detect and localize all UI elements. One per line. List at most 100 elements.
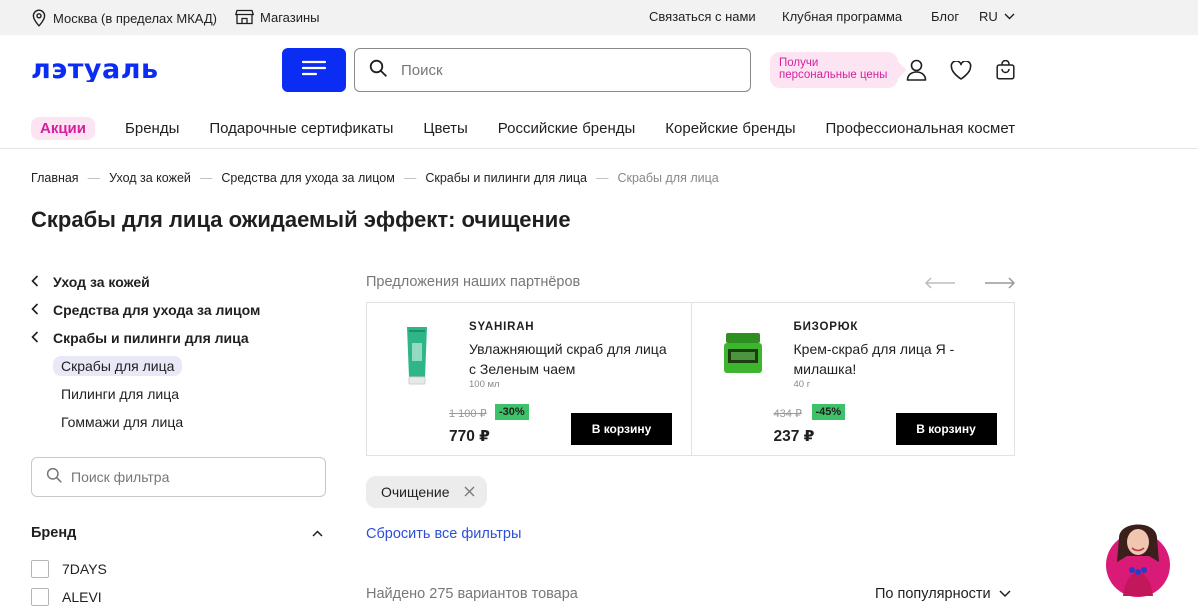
chevron-up-icon bbox=[312, 525, 323, 541]
nav-tab-russian-brands[interactable]: Российские бренды bbox=[498, 120, 636, 137]
partners-title: Предложения наших партнёров bbox=[366, 274, 581, 290]
arrow-left-icon[interactable] bbox=[924, 276, 956, 294]
chevron-down-icon bbox=[999, 586, 1011, 602]
heart-icon[interactable] bbox=[950, 60, 972, 85]
breadcrumb-separator: — bbox=[403, 171, 417, 185]
reset-filters-link[interactable]: Сбросить все фильтры bbox=[366, 526, 521, 542]
page-title: Скрабы для лица ожидаемый эффект: очищен… bbox=[31, 207, 571, 232]
category-back-face-care[interactable]: Средства для ухода за лицом bbox=[31, 302, 260, 318]
main-nav: Акции Бренды Подарочные сертификаты Цвет… bbox=[31, 116, 1016, 140]
brand-label: 7DAYS bbox=[62, 561, 107, 577]
product-card[interactable]: SYAHIRAH Увлажняющий скраб для лица с Зе… bbox=[367, 303, 691, 455]
category-back-scrubs-peelings[interactable]: Скрабы и пилинги для лица bbox=[31, 330, 249, 346]
filter-search-input[interactable] bbox=[71, 469, 311, 485]
current-price: 770 ₽ bbox=[449, 428, 490, 445]
chevron-left-icon bbox=[31, 274, 39, 290]
breadcrumb-separator: — bbox=[595, 171, 609, 185]
chevron-down-icon bbox=[1004, 13, 1015, 20]
chevron-left-icon bbox=[31, 302, 39, 318]
partner-products: SYAHIRAH Увлажняющий скраб для лица с Зе… bbox=[366, 302, 1015, 456]
active-filter-chip[interactable]: Очищение bbox=[366, 476, 487, 508]
nav-divider bbox=[0, 148, 1198, 149]
category-label: Скрабы и пилинги для лица bbox=[53, 330, 249, 346]
search-icon[interactable] bbox=[369, 59, 387, 82]
hamburger-icon bbox=[301, 60, 327, 81]
promo-line-2: персональные цены bbox=[779, 69, 888, 81]
close-icon[interactable] bbox=[464, 484, 475, 500]
language-label: RU bbox=[979, 9, 998, 24]
old-price: 1 100 ₽ bbox=[449, 408, 487, 420]
category-back-skin-care[interactable]: Уход за кожей bbox=[31, 274, 150, 290]
store-icon bbox=[235, 9, 254, 25]
search-bar bbox=[354, 48, 751, 92]
category-face-gommages[interactable]: Гоммажи для лица bbox=[61, 414, 183, 430]
breadcrumb-item[interactable]: Средства для ухода за лицом bbox=[221, 171, 394, 185]
add-to-cart-button[interactable]: В корзину bbox=[895, 413, 997, 445]
brand-label: ALEVI bbox=[62, 589, 102, 605]
current-price: 237 ₽ bbox=[773, 428, 815, 445]
product-image-jar[interactable] bbox=[714, 325, 772, 385]
category-face-peelings[interactable]: Пилинги для лица bbox=[61, 386, 179, 402]
promo-line-1: Получи bbox=[779, 57, 819, 69]
breadcrumb-separator: — bbox=[199, 171, 213, 185]
breadcrumb-separator: — bbox=[87, 171, 101, 185]
category-active-face-scrubs[interactable]: Скрабы для лица bbox=[53, 356, 183, 376]
breadcrumb: Главная — Уход за кожей — Средства для у… bbox=[31, 171, 719, 185]
nav-tab-brands[interactable]: Бренды bbox=[125, 120, 179, 137]
breadcrumb-current: Скрабы для лица bbox=[617, 171, 719, 185]
letual-logo[interactable]: лэтуаль bbox=[31, 54, 203, 87]
logo-text: лэтуаль bbox=[31, 58, 159, 82]
cart-icon[interactable] bbox=[996, 59, 1015, 85]
personal-prices-promo[interactable]: Получи персональные цены bbox=[770, 52, 898, 88]
club-program-link[interactable]: Клубная программа bbox=[782, 9, 902, 24]
breadcrumb-item[interactable]: Главная bbox=[31, 171, 79, 185]
contact-link[interactable]: Связаться с нами bbox=[649, 9, 756, 24]
nav-tab-korean-brands[interactable]: Корейские бренды bbox=[665, 120, 795, 137]
nav-tab-promo[interactable]: Акции bbox=[31, 116, 96, 140]
checkbox[interactable] bbox=[31, 560, 49, 578]
results-count: Найдено 275 вариантов товара bbox=[366, 586, 578, 602]
user-icon[interactable] bbox=[906, 59, 927, 86]
product-name[interactable]: Крем-скраб для лица Я - милашка! bbox=[794, 339, 994, 379]
blog-link[interactable]: Блог bbox=[931, 9, 959, 24]
chevron-left-icon bbox=[31, 330, 39, 346]
location-label: Москва (в пределах МКАД) bbox=[53, 10, 218, 26]
nav-tab-professional[interactable]: Профессиональная косметика bbox=[826, 120, 1017, 137]
checkbox[interactable] bbox=[31, 588, 49, 606]
brand-filter-header[interactable]: Бренд bbox=[31, 525, 323, 541]
stores-label: Магазины bbox=[260, 9, 320, 25]
catalog-menu-button[interactable] bbox=[282, 48, 346, 92]
category-label: Средства для ухода за лицом bbox=[53, 302, 261, 318]
location-pin-icon bbox=[31, 9, 47, 27]
product-brand: БИЗОРЮК bbox=[793, 321, 859, 333]
brand-filter-title: Бренд bbox=[31, 525, 77, 541]
product-volume: 40 г bbox=[793, 379, 811, 390]
arrow-right-icon[interactable] bbox=[984, 276, 1016, 294]
main-nav-wrapper: Акции Бренды Подарочные сертификаты Цвет… bbox=[0, 105, 1016, 151]
stores-link[interactable]: Магазины bbox=[235, 9, 320, 25]
product-card[interactable]: БИЗОРЮК Крем-скраб для лица Я - милашка!… bbox=[690, 303, 1015, 455]
nav-tab-gift-cards[interactable]: Подарочные сертификаты bbox=[209, 120, 393, 137]
language-selector[interactable]: RU bbox=[979, 9, 1015, 24]
product-image-tube[interactable] bbox=[389, 325, 447, 385]
filter-chip-label: Очищение bbox=[381, 484, 450, 500]
brand-checkbox-alevi[interactable]: ALEVI bbox=[31, 588, 102, 606]
location-selector[interactable]: Москва (в пределах МКАД) bbox=[31, 9, 217, 27]
discount-badge: -45% bbox=[811, 404, 846, 420]
filter-search-box bbox=[31, 457, 326, 497]
top-bar: Москва (в пределах МКАД) Магазины Связат… bbox=[0, 0, 1198, 35]
brand-checkbox-7days[interactable]: 7DAYS bbox=[31, 560, 107, 578]
assistant-avatar[interactable] bbox=[1105, 508, 1171, 598]
search-input[interactable] bbox=[401, 61, 721, 79]
sort-dropdown[interactable]: По популярности bbox=[875, 586, 1011, 602]
sort-label: По популярности bbox=[875, 586, 991, 602]
breadcrumb-item[interactable]: Скрабы и пилинги для лица bbox=[425, 171, 587, 185]
nav-tab-flowers[interactable]: Цветы bbox=[423, 120, 467, 137]
product-volume: 100 мл bbox=[469, 379, 500, 390]
discount-badge: -30% bbox=[495, 404, 529, 420]
add-to-cart-button[interactable]: В корзину bbox=[571, 413, 672, 445]
breadcrumb-item[interactable]: Уход за кожей bbox=[109, 171, 191, 185]
category-label: Уход за кожей bbox=[53, 274, 150, 290]
product-brand: SYAHIRAH bbox=[469, 321, 535, 333]
product-name[interactable]: Увлажняющий скраб для лица с Зеленым чае… bbox=[469, 339, 669, 379]
